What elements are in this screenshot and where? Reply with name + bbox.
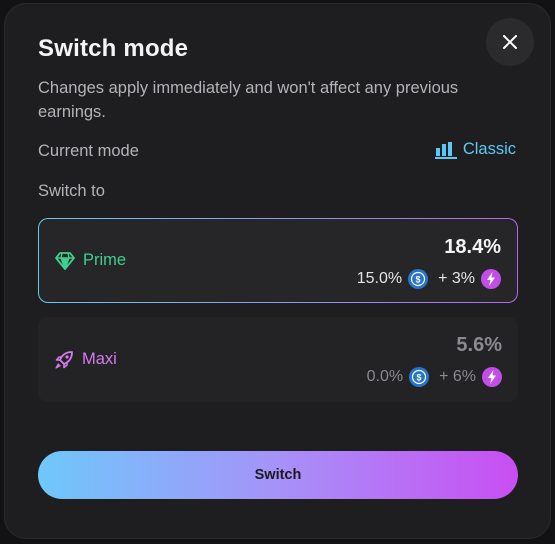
mode-option-name: Prime: [55, 219, 126, 302]
boost-rate: + 3%: [438, 270, 475, 287]
switch-to-label: Switch to: [38, 182, 105, 200]
close-icon: [503, 35, 517, 49]
base-rate: 0.0%: [366, 368, 404, 385]
current-mode-label: Current mode: [38, 142, 139, 160]
svg-text:$: $: [417, 373, 422, 383]
bar-chart-icon: [434, 141, 457, 159]
base-rate: 15.0%: [356, 270, 403, 287]
mode-option-breakdown: 15.0% $ + 3%: [357, 269, 501, 289]
mode-option-label: Maxi: [82, 350, 117, 368]
lightning-icon: [482, 367, 502, 387]
mode-option-maxi[interactable]: Maxi 5.6% 0.0% $ + 6%: [38, 317, 518, 402]
gem-icon: [55, 251, 75, 270]
mode-option-breakdown: 0.0% $ + 6%: [367, 367, 502, 387]
usdc-icon: $: [409, 367, 430, 387]
rocket-icon: [55, 350, 73, 369]
close-button[interactable]: [486, 18, 534, 66]
switch-mode-dialog: Switch mode Changes apply immediately an…: [4, 3, 551, 539]
mode-option-name: Maxi: [54, 317, 117, 402]
current-mode-value: Classic: [434, 140, 516, 159]
mode-option-label: Prime: [83, 251, 127, 269]
boost-rate: + 6%: [439, 368, 476, 385]
current-mode-name: Classic: [462, 140, 516, 158]
dialog-title: Switch mode: [38, 35, 189, 62]
usdc-icon: $: [408, 269, 429, 289]
mode-option-prime[interactable]: Prime 18.4% 15.0% $ + 3%: [38, 218, 518, 303]
mode-option-total: 5.6%: [456, 334, 502, 356]
dialog-subtitle: Changes apply immediately and won't affe…: [38, 79, 459, 121]
mode-option-total: 18.4%: [444, 236, 501, 258]
svg-text:$: $: [416, 275, 421, 285]
lightning-icon: [481, 269, 501, 289]
switch-button[interactable]: Switch: [38, 451, 518, 499]
